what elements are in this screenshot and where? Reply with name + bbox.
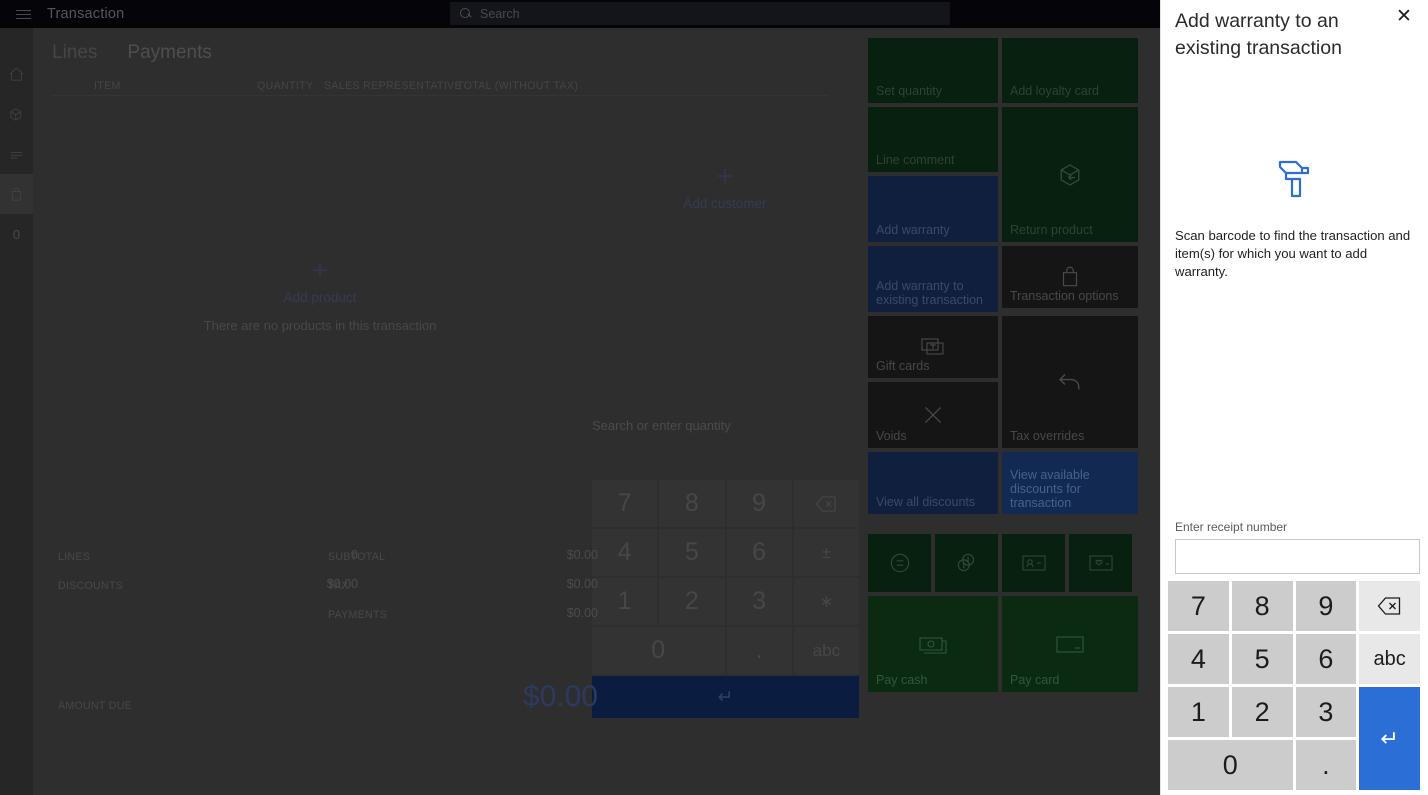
discounts-label: DISCOUNTS (58, 580, 124, 592)
key-8[interactable]: 8 (659, 480, 725, 527)
tile-voids[interactable]: Voids (868, 382, 998, 448)
amount-due-value: $0.00 (522, 680, 598, 713)
lines-label: LINES (58, 551, 91, 563)
tile-pay-card[interactable]: Pay card (1002, 596, 1138, 692)
empty-lines-area: + Add product There are no products in t… (170, 254, 470, 334)
left-rail: 0 (0, 28, 33, 795)
receipt-number-field-group: Enter receipt number (1175, 520, 1420, 574)
key-enter[interactable]: ↵ (592, 676, 859, 718)
key-5[interactable]: 5 (1231, 634, 1293, 684)
key-1[interactable]: 1 (1168, 687, 1229, 737)
flyout-header: Add warranty to an existing transaction … (1161, 0, 1428, 62)
totals-row: PAYMENTS $0.00 (58, 606, 848, 635)
flyout-title: Add warranty to an existing transaction (1175, 10, 1342, 59)
backspace-icon[interactable] (1359, 581, 1420, 631)
totals-row: DISCOUNTS $0.00 TAX $0.00 (58, 577, 848, 606)
amount-due-label: AMOUNT DUE (58, 700, 133, 712)
column-header-total: TOTAL (WITHOUT TAX) (457, 80, 579, 92)
key-decimal[interactable]: . (1295, 740, 1357, 790)
tile-loyalty-card[interactable] (1069, 534, 1132, 592)
receipt-number-input[interactable] (1175, 539, 1420, 574)
tile-currency[interactable] (935, 534, 998, 592)
tile-add-warranty[interactable]: Add warranty (868, 176, 998, 242)
close-icon[interactable]: ✕ (1390, 2, 1418, 30)
tile-set-quantity[interactable]: Set quantity (868, 38, 998, 103)
sidebar-item-home[interactable] (0, 54, 33, 94)
tax-value: $0.00 (566, 577, 598, 591)
transaction-count: 0 (0, 214, 33, 254)
plus-icon: + (311, 254, 329, 287)
key-enter[interactable]: ↵ (1359, 687, 1420, 790)
tile-transaction-options[interactable]: Transaction options (1002, 246, 1138, 308)
tile-view-available-discounts[interactable]: View available discounts for transaction (1002, 452, 1138, 514)
tile-pay-cash[interactable]: Pay cash (868, 596, 998, 692)
hamburger-icon[interactable] (0, 0, 46, 28)
tile-add-loyalty-card[interactable]: Add loyalty card (1002, 38, 1138, 103)
scan-message: Scan barcode to find the transaction and… (1175, 228, 1411, 279)
key-9[interactable]: 9 (1295, 581, 1357, 631)
sidebar-item-journal[interactable] (0, 134, 33, 174)
tile-add-warranty-to-existing-transaction[interactable]: Add warranty to existing transaction (868, 246, 998, 312)
totals-summary: LINES 0 SUBTOTAL $0.00 DISCOUNTS $0.00 T… (58, 548, 848, 713)
tile-return-product[interactable]: Return product (1002, 107, 1138, 242)
loyalty-card-icon (1069, 534, 1132, 592)
id-card-icon (1002, 534, 1065, 592)
key-7[interactable]: 7 (1168, 581, 1229, 631)
action-tiles: Set quantity Add loyalty card Line comme… (868, 38, 1138, 696)
transaction-tabs: Lines Payments (52, 42, 212, 64)
key-6[interactable]: 6 (1295, 634, 1357, 684)
sidebar-item-transaction[interactable] (0, 174, 33, 214)
tile-view-all-discounts[interactable]: View all discounts (868, 452, 998, 514)
key-9[interactable]: 9 (726, 480, 792, 527)
key-7[interactable]: 7 (592, 480, 658, 527)
key-8[interactable]: 8 (1231, 581, 1293, 631)
key-2[interactable]: 2 (1231, 687, 1293, 737)
search-input[interactable]: Search (450, 2, 950, 25)
plus-icon: + (716, 160, 734, 193)
tax-label: TAX (328, 580, 349, 592)
tile-customer-card[interactable] (1002, 534, 1065, 592)
return-box-icon (1002, 107, 1138, 242)
search-icon (460, 7, 472, 20)
add-customer-label: Add customer (683, 196, 767, 211)
tab-payments[interactable]: Payments (127, 42, 211, 64)
backspace-icon[interactable] (793, 480, 859, 527)
key-4[interactable]: 4 (1168, 634, 1229, 684)
page-title: Transaction (47, 6, 125, 22)
tile-gift-cards[interactable]: Gift cards (868, 316, 998, 378)
column-header-sales-representative: SALES REPRESENTATIVE (324, 80, 462, 92)
add-product-button[interactable]: Add product (170, 290, 470, 305)
subtotal-label: SUBTOTAL (328, 551, 386, 563)
add-customer-button[interactable]: + Add customer (630, 160, 820, 212)
lines-grid-header: ITEM QUANTITY SALES REPRESENTATIVE TOTAL… (52, 80, 828, 96)
payments-value: $0.00 (566, 606, 598, 620)
flyout-keypad: 7 8 9 4 5 6 abc 1 2 3 ↵ 0 . (1168, 581, 1420, 790)
sidebar-item-products[interactable] (0, 94, 33, 134)
tile-line-comment[interactable]: Line comment (868, 107, 998, 172)
coins-icon (935, 534, 998, 592)
receipt-number-label: Enter receipt number (1175, 520, 1288, 534)
subtotal-value: $0.00 (566, 548, 598, 562)
pos-screen: Transaction Search 0 Lines Payments ITEM… (0, 0, 1428, 795)
tile-tax-overrides[interactable]: Tax overrides (1002, 316, 1138, 448)
equals-circle-icon (868, 534, 931, 592)
payments-label: PAYMENTS (328, 609, 388, 621)
search-quantity-input[interactable]: Search or enter quantity (592, 418, 731, 433)
column-header-item: ITEM (94, 80, 121, 92)
transaction-count-value: 0 (12, 226, 21, 242)
key-abc[interactable]: abc (1359, 634, 1420, 684)
empty-message: There are no products in this transactio… (203, 318, 437, 333)
key-3[interactable]: 3 (1295, 687, 1357, 737)
scan-prompt: Scan barcode to find the transaction and… (1161, 158, 1428, 281)
column-header-quantity: QUANTITY (257, 80, 314, 92)
tile-total[interactable] (868, 534, 931, 592)
totals-row: LINES 0 SUBTOTAL $0.00 (58, 548, 848, 577)
tab-lines[interactable]: Lines (52, 42, 97, 64)
key-0[interactable]: 0 (1168, 740, 1293, 790)
search-placeholder: Search (480, 6, 520, 21)
barcode-scanner-icon (1175, 158, 1414, 205)
